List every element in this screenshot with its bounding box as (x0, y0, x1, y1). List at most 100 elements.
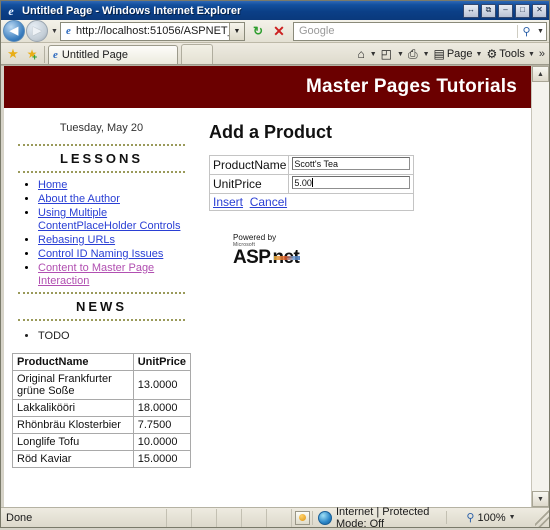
products-grid: ProductName UnitPrice Original Frankfurt… (12, 353, 192, 468)
scroll-up-icon[interactable]: ▲ (532, 66, 549, 82)
cell-unitprice: 18.0000 (132, 399, 192, 417)
cancel-link[interactable]: Cancel (250, 195, 287, 209)
site-banner: Master Pages Tutorials (4, 66, 531, 108)
field-cell-unitprice: 5.00 (288, 174, 415, 194)
toolbar-overflow-icon[interactable]: » (537, 44, 547, 64)
zoom-magnifier-icon: ⚲ (466, 512, 475, 524)
history-dropdown-icon[interactable]: ▼ (49, 21, 60, 41)
search-dropdown-icon[interactable]: ▼ (535, 28, 546, 35)
search-box[interactable]: Google ⚲ ▼ (293, 21, 547, 41)
status-segment (217, 508, 242, 527)
security-status-icon[interactable] (292, 510, 313, 525)
table-header-row: ProductName UnitPrice (12, 353, 192, 371)
status-segment (167, 508, 192, 527)
cell-productname: Lakkalikööri (12, 399, 134, 417)
favorites-center-icon[interactable]: ★ (3, 44, 23, 64)
chevron-down-icon[interactable]: ▼ (528, 51, 535, 58)
table-row: Original Frankfurter grüne Soße 13.0000 (12, 370, 192, 400)
list-item: Home (38, 179, 199, 192)
command-feeds[interactable]: ◰ ▼ (379, 44, 406, 64)
new-tab-button[interactable] (181, 44, 213, 64)
lesson-link-home[interactable]: Home (38, 179, 67, 191)
divider (18, 319, 185, 321)
address-dropdown-icon[interactable]: ▼ (229, 22, 244, 40)
tab-bar: ★ ★ + e Untitled Page ⌂ ▼ ◰ ▼ ⎙ ▼ ▤ Page… (1, 43, 549, 65)
zoom-dropdown-icon[interactable]: ▼ (509, 514, 516, 521)
list-item: Using Multiple ContentPlaceHolder Contro… (38, 207, 199, 233)
add-product-form: ProductName Scott's Tea UnitPrice 5.00 I… (208, 155, 415, 211)
lessons-list: Home About the Author Using Multiple Con… (4, 179, 199, 288)
chevron-down-icon[interactable]: ▼ (370, 51, 377, 58)
search-icon[interactable]: ⚲ (517, 24, 535, 38)
aspnet-logo: Powered by Microsoft ASP.net (233, 233, 323, 267)
search-input[interactable]: Google (294, 23, 517, 40)
chevron-down-icon[interactable]: ▼ (397, 51, 404, 58)
command-tools[interactable]: ⚙ Tools ▼ (484, 44, 536, 64)
insert-link[interactable]: Insert (213, 195, 243, 209)
lesson-link-control-id-naming-issues[interactable]: Control ID Naming Issues (38, 248, 163, 260)
lesson-link-about-the-author[interactable]: About the Author (38, 193, 120, 205)
unitprice-input[interactable]: 5.00 (292, 176, 411, 189)
scroll-down-icon[interactable]: ▼ (532, 491, 549, 507)
cell-productname: Original Frankfurter grüne Soße (12, 370, 134, 400)
minimize-button[interactable]: – (498, 3, 513, 18)
navigation-bar: ◀ ▶ ▼ e http://localhost:51056/ASPNET_Ma… (1, 20, 549, 43)
restore-down-icon[interactable]: ↔ (463, 3, 479, 18)
column-header-productname: ProductName (12, 353, 134, 371)
back-button[interactable]: ◀ (3, 20, 25, 42)
scrollbar-track[interactable] (532, 82, 549, 491)
zone-status[interactable]: Internet | Protected Mode: Off (313, 506, 446, 530)
status-text: Done (1, 508, 167, 527)
internet-explorer-icon: e (8, 3, 14, 18)
refresh-icon[interactable]: ↻ (248, 21, 268, 41)
restore-group-icon[interactable]: ⧉ (481, 3, 496, 18)
label-unitprice: UnitPrice (208, 174, 290, 194)
cell-unitprice: 15.0000 (132, 450, 192, 468)
lesson-link-using-multiple-contentplaceholder-controls[interactable]: Using Multiple ContentPlaceHolder Contro… (38, 207, 180, 232)
list-item: TODO (38, 329, 199, 343)
address-input[interactable]: http://localhost:51056/ASPNET_MasterPage… (76, 23, 229, 40)
chevron-down-icon[interactable]: ▼ (476, 51, 483, 58)
form-row-unitprice: UnitPrice 5.00 (208, 174, 415, 194)
cell-productname: Rhönbräu Klosterbier (12, 416, 134, 434)
toolbar-separator (44, 46, 45, 63)
rss-feed-icon: ◰ (380, 47, 393, 61)
divider (18, 144, 185, 146)
lesson-link-rebasing-urls[interactable]: Rebasing URLs (38, 234, 115, 246)
list-item: Rebasing URLs (38, 234, 199, 247)
divider (18, 171, 185, 173)
chevron-down-icon[interactable]: ▼ (423, 51, 430, 58)
productname-input[interactable]: Scott's Tea (292, 157, 411, 170)
tab-untitled-page[interactable]: e Untitled Page (48, 45, 178, 64)
plus-icon: + (32, 52, 38, 62)
window-controls: ↔ ⧉ – □ ✕ (463, 3, 547, 18)
command-tools-label: Tools (499, 48, 525, 60)
close-button[interactable]: ✕ (532, 3, 547, 18)
unitprice-value: 5.00 (294, 178, 312, 188)
products-grid-wrapper: ProductName UnitPrice Original Frankfurt… (12, 353, 192, 468)
status-segment (192, 508, 217, 527)
lesson-link-content-to-master-page-interaction[interactable]: Content to Master Page Interaction (38, 262, 154, 287)
command-page[interactable]: ▤ Page ▼ (432, 44, 485, 64)
tab-favicon-icon: e (53, 49, 58, 61)
address-bar[interactable]: e http://localhost:51056/ASPNET_MasterPa… (60, 21, 245, 41)
zoom-control[interactable]: ⚲ 100% ▼ (446, 511, 535, 524)
forward-button[interactable]: ▶ (26, 20, 48, 42)
maximize-button[interactable]: □ (515, 3, 530, 18)
logo-swoosh-icon (274, 256, 301, 260)
vertical-scrollbar[interactable]: ▲ ▼ (531, 66, 549, 507)
site-title: Master Pages Tutorials (305, 76, 517, 97)
command-home[interactable]: ⌂ ▼ (355, 44, 378, 64)
zoom-level: 100% (477, 511, 506, 524)
forward-arrow-icon: ▶ (32, 24, 42, 37)
back-arrow-icon: ◀ (9, 24, 19, 37)
news-list: TODO (4, 329, 199, 343)
resize-grip-icon[interactable] (535, 508, 549, 527)
status-bar: Done Internet | Protected Mode: Off ⚲ 10… (1, 506, 549, 530)
add-to-favorites-icon[interactable]: ★ + (23, 44, 41, 64)
page-body: Tuesday, May 20 LESSONS Home About the A… (4, 108, 531, 468)
list-item: Content to Master Page Interaction (38, 262, 199, 288)
stop-icon[interactable]: ✕ (269, 21, 289, 41)
command-print[interactable]: ⎙ ▼ (406, 44, 432, 64)
list-item: Control ID Naming Issues (38, 248, 199, 261)
